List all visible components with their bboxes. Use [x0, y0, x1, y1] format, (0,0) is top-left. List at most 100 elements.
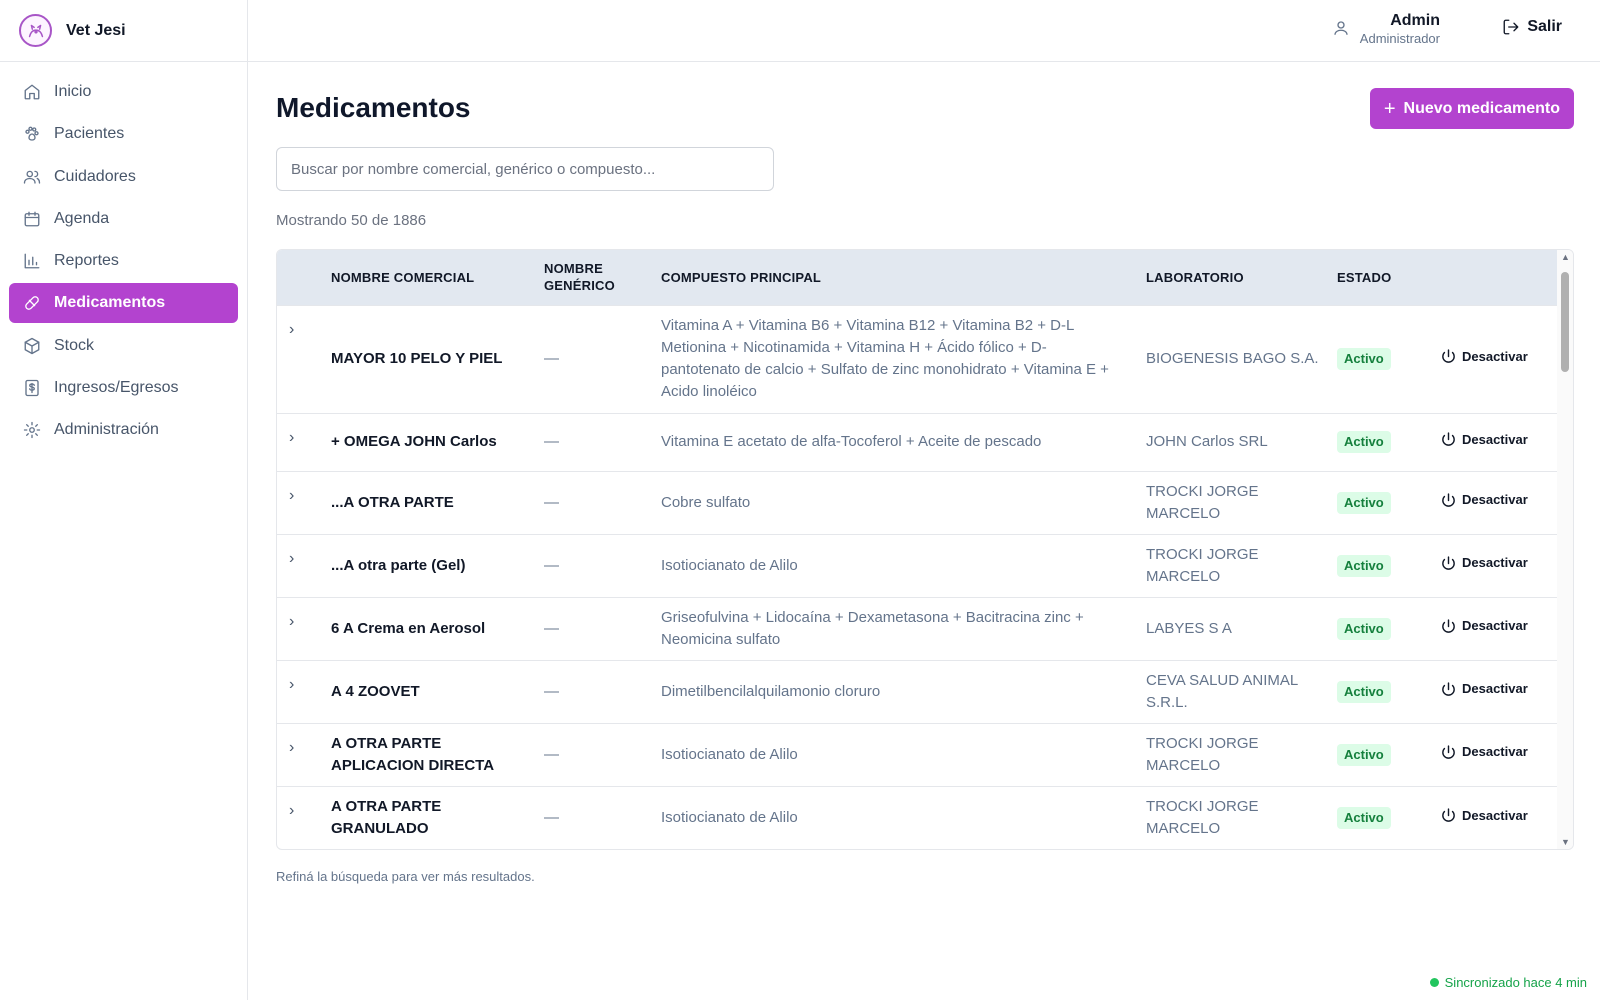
brand[interactable]: Vet Jesi	[0, 0, 247, 62]
deactivate-label: Desactivar	[1462, 618, 1528, 634]
cell-compuesto: Vitamina A + Vitamina B6 + Vitamina B12 …	[661, 304, 1146, 413]
power-icon	[1442, 808, 1455, 822]
expand-cell: ›	[277, 533, 331, 597]
cell-accion: Desactivar	[1440, 412, 1557, 471]
cell-nombre: 6 A Crema en Aerosol	[331, 596, 544, 660]
user-info: Admin Administrador	[1360, 12, 1440, 48]
paw-icon	[23, 125, 41, 143]
status-badge: Activo	[1337, 431, 1391, 453]
sidebar-item-medicamentos[interactable]: Medicamentos	[9, 283, 238, 324]
deactivate-button[interactable]: Desactivar	[1440, 741, 1528, 763]
header-laboratorio[interactable]: LABORATORIO	[1146, 250, 1337, 305]
sync-dot-icon	[1429, 978, 1439, 987]
pill-icon	[23, 294, 41, 312]
table-row[interactable]: › ...A otra parte (Gel) — Isotiocianato …	[277, 533, 1557, 597]
sidebar-item-inicio[interactable]: Inicio	[9, 72, 238, 112]
sidebar-item-administracion[interactable]: Administración	[9, 410, 238, 450]
sidebar-item-label: Administración	[54, 421, 159, 439]
header-nombre-comercial[interactable]: NOMBRE COMERCIAL	[331, 250, 544, 305]
cell-laboratorio: TROCKI JORGE MARCELO	[1146, 470, 1337, 534]
bar-chart-icon	[23, 252, 41, 270]
chevron-right-icon[interactable]: ›	[289, 487, 294, 504]
home-icon	[23, 83, 41, 101]
status-badge: Activo	[1337, 554, 1391, 577]
table-scrollbar[interactable]: ▲ ▼	[1557, 250, 1573, 849]
cell-laboratorio: TROCKI JORGE MARCELO	[1146, 785, 1337, 849]
scroll-thumb[interactable]	[1561, 272, 1569, 372]
header-nombre-generico[interactable]: NOMBRE GENÉRICO	[544, 250, 661, 305]
deactivate-button[interactable]: Desactivar	[1440, 489, 1528, 511]
deactivate-button[interactable]: Desactivar	[1440, 346, 1528, 368]
chevron-right-icon[interactable]: ›	[289, 676, 294, 693]
status-badge: Activo	[1337, 348, 1391, 370]
cell-accion: Desactivar	[1440, 785, 1557, 849]
scroll-up-icon[interactable]: ▲	[1561, 252, 1570, 262]
sidebar-item-stock[interactable]: Stock	[9, 326, 238, 366]
table-row[interactable]: › A 4 ZOOVET — Dimetilbencilalquilamonio…	[277, 659, 1557, 723]
user-icon	[1332, 19, 1350, 42]
chevron-right-icon[interactable]: ›	[289, 321, 294, 338]
sidebar-item-label: Ingresos/Egresos	[54, 379, 179, 397]
sidebar-item-cuidadores[interactable]: Cuidadores	[9, 157, 238, 197]
table-row[interactable]: › 6 A Crema en Aerosol — Griseofulvina +…	[277, 596, 1557, 660]
cell-estado: Activo	[1337, 304, 1440, 413]
status-badge: Activo	[1337, 743, 1391, 766]
deactivate-button[interactable]: Desactivar	[1440, 552, 1528, 574]
cat-logo-icon	[19, 14, 52, 47]
deactivate-button[interactable]: Desactivar	[1440, 805, 1528, 827]
power-icon	[1442, 619, 1455, 633]
cell-compuesto: Isotiocianato de Alilo	[661, 722, 1146, 786]
deactivate-label: Desactivar	[1462, 492, 1528, 508]
sidebar-item-agenda[interactable]: Agenda	[9, 199, 238, 239]
cell-generico: —	[544, 596, 661, 660]
deactivate-button[interactable]: Desactivar	[1440, 615, 1528, 637]
cell-compuesto: Griseofulvina + Lidocaína + Dexametasona…	[661, 596, 1146, 660]
sidebar-item-label: Reportes	[54, 252, 119, 270]
cell-nombre: A OTRA PARTE GRANULADO	[331, 785, 544, 849]
header-estado[interactable]: ESTADO	[1337, 250, 1440, 305]
user-menu[interactable]: Admin Administrador	[1332, 12, 1440, 48]
page-title: Medicamentos	[276, 92, 471, 123]
table-row[interactable]: › A OTRA PARTE GRANULADO — Isotiocianato…	[277, 785, 1557, 849]
brand-name: Vet Jesi	[66, 21, 126, 39]
sidebar-item-label: Medicamentos	[54, 294, 166, 312]
table-row[interactable]: › A OTRA PARTE APLICACION DIRECTA — Isot…	[277, 722, 1557, 786]
search-input[interactable]	[276, 147, 774, 191]
user-role: Administrador	[1359, 31, 1440, 46]
cell-generico: —	[544, 659, 661, 723]
cell-accion: Desactivar	[1440, 533, 1557, 597]
table-row[interactable]: › MAYOR 10 PELO Y PIEL — Vitamina A + Vi…	[277, 304, 1557, 413]
deactivate-button[interactable]: Desactivar	[1440, 678, 1528, 700]
table-header-row: NOMBRE COMERCIAL NOMBRE GENÉRICO COMPUES…	[277, 250, 1557, 305]
sidebar-item-ingresos-egresos[interactable]: Ingresos/Egresos	[9, 368, 238, 408]
table-row[interactable]: › ...A OTRA PARTE — Cobre sulfato TROCKI…	[277, 470, 1557, 534]
logout-button[interactable]: Salir	[1502, 18, 1562, 36]
chevron-right-icon[interactable]: ›	[289, 429, 294, 446]
new-medication-button[interactable]: + Nuevo medicamento	[1369, 88, 1574, 129]
expand-cell: ›	[277, 722, 331, 786]
deactivate-label: Desactivar	[1462, 681, 1528, 697]
chevron-right-icon[interactable]: ›	[289, 613, 294, 630]
sidebar-item-reportes[interactable]: Reportes	[9, 241, 238, 281]
cell-nombre: ...A OTRA PARTE	[331, 470, 544, 534]
cell-laboratorio: TROCKI JORGE MARCELO	[1146, 722, 1337, 786]
table-row[interactable]: › + OMEGA JOHN Carlos — Vitamina E aceta…	[277, 412, 1557, 471]
power-icon	[1442, 745, 1455, 759]
logout-label: Salir	[1527, 18, 1562, 35]
cell-estado: Activo	[1337, 533, 1440, 597]
scroll-down-icon[interactable]: ▼	[1561, 837, 1570, 847]
chevron-right-icon[interactable]: ›	[289, 739, 294, 756]
chevron-right-icon[interactable]: ›	[289, 802, 294, 819]
sidebar-item-pacientes[interactable]: Pacientes	[9, 114, 238, 154]
cell-accion: Desactivar	[1440, 596, 1557, 660]
chevron-right-icon[interactable]: ›	[289, 550, 294, 567]
deactivate-button[interactable]: Desactivar	[1440, 429, 1528, 451]
deactivate-label: Desactivar	[1462, 555, 1528, 571]
power-icon	[1442, 556, 1455, 570]
cell-laboratorio: LABYES S A	[1146, 596, 1337, 660]
header-compuesto-principal[interactable]: COMPUESTO PRINCIPAL	[661, 250, 1146, 305]
gear-icon	[23, 421, 41, 439]
status-badge: Activo	[1337, 491, 1391, 514]
cell-estado: Activo	[1337, 470, 1440, 534]
cell-estado: Activo	[1337, 659, 1440, 723]
